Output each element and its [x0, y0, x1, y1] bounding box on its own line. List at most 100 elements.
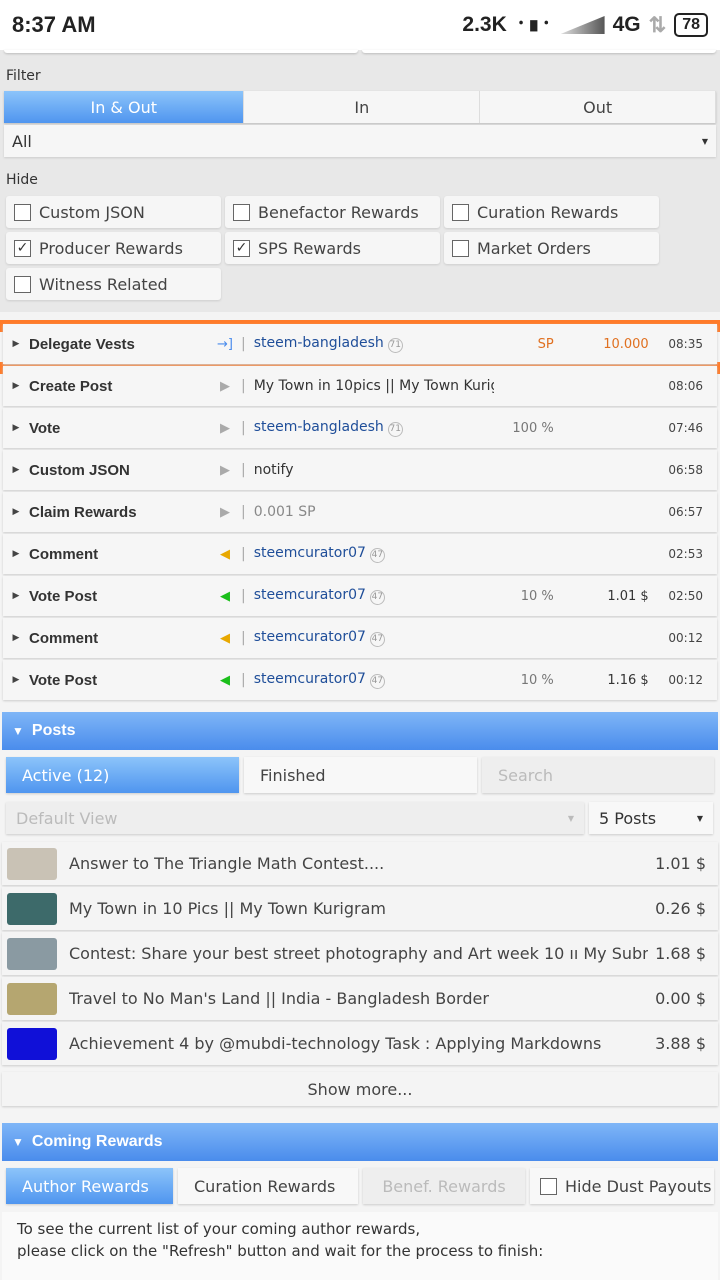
expand-caret-icon[interactable]: ▶	[3, 675, 29, 685]
operation-desc[interactable]: steemcurator07 47	[254, 629, 494, 647]
post-title[interactable]: Achievement 4 by @mubdi-technology Task …	[69, 1034, 648, 1053]
operation-time: 02:50	[668, 589, 703, 603]
tab-active[interactable]: Active (12)	[6, 757, 239, 793]
expand-caret-icon[interactable]: ▶	[3, 465, 29, 475]
operation-row[interactable]: ▶ Claim Rewards ▶ | 0.001 SP 06:57	[3, 492, 717, 532]
expand-caret-icon[interactable]: ▶	[3, 633, 29, 643]
count-select-value: 5 Posts	[599, 808, 657, 828]
operation-row[interactable]: ▶ Delegate Vests →] | steem-bangladesh 71 SP 10…	[3, 324, 717, 364]
separator: |	[241, 504, 246, 520]
post-thumbnail	[7, 982, 57, 1015]
operation-type: Vote Post	[29, 587, 98, 605]
play-gray-icon: ▶	[220, 420, 230, 436]
filter-in-out[interactable]: In & Out	[4, 91, 245, 123]
status-bar: 8:37 AM 2.3K ᛫▮᛫ 4G ⇅ 78	[0, 0, 720, 50]
hide-checkbox[interactable]: ✓ Producer Rewards	[6, 232, 221, 264]
post-item[interactable]: Contest: Share your best street photogra…	[2, 932, 718, 975]
operation-desc[interactable]: steemcurator07 47	[254, 671, 494, 689]
play-gray-icon: ▶	[220, 378, 230, 394]
left-yellow-icon: ◀	[220, 630, 230, 646]
checkbox-icon	[452, 239, 469, 257]
dropdown-arrow-icon: ▼	[567, 813, 574, 823]
play-gray-icon: ▶	[220, 462, 230, 478]
tab-benef-rewards[interactable]: Benef. Rewards	[363, 1168, 525, 1204]
operation-desc[interactable]: steemcurator07 47	[254, 587, 494, 605]
operation-time: 00:12	[668, 631, 703, 645]
operation-row[interactable]: ▶ Vote Post ◀ | steemcurator07 47 10 % 1.16 $ 00…	[3, 660, 717, 700]
operation-time: 08:35	[668, 337, 703, 351]
post-item[interactable]: My Town in 10 Pics || My Town Kurigram 0.…	[2, 887, 718, 930]
hide-checkbox[interactable]: Benefactor Rewards	[225, 196, 440, 228]
operation-desc-text[interactable]: steemcurator07	[254, 671, 366, 687]
filter-out[interactable]: Out	[480, 91, 716, 123]
left-green-icon: ◀	[220, 672, 230, 688]
operation-time: 00:12	[668, 673, 703, 687]
operation-desc-text[interactable]: steem-bangladesh	[254, 419, 384, 435]
tab-author-rewards[interactable]: Author Rewards	[6, 1168, 173, 1204]
operation-time: 08:06	[668, 379, 703, 393]
post-title[interactable]: My Town in 10 Pics || My Town Kurigram	[69, 899, 648, 918]
operation-row[interactable]: ▶ Vote Post ◀ | steemcurator07 47 10 % 1.01 $ 02…	[3, 576, 717, 616]
expand-caret-icon[interactable]: ▶	[3, 549, 29, 559]
hide-checkbox[interactable]: Market Orders	[444, 232, 659, 264]
operation-desc-text[interactable]: steemcurator07	[254, 587, 366, 603]
hide-label: Hide	[6, 172, 38, 188]
tab-curation-rewards[interactable]: Curation Rewards	[178, 1168, 358, 1204]
operation-desc[interactable]: steem-bangladesh 71	[254, 335, 494, 353]
expand-caret-icon[interactable]: ▶	[3, 381, 29, 391]
separator: |	[241, 378, 246, 394]
checkbox-icon	[14, 203, 31, 221]
show-more-button[interactable]: Show more...	[2, 1072, 718, 1106]
posts-search-input[interactable]: Search	[482, 757, 714, 793]
filter-in[interactable]: In	[244, 91, 481, 123]
rewards-header[interactable]: ▼ Coming Rewards	[2, 1123, 718, 1161]
post-title[interactable]: Travel to No Man's Land || India - Bangl…	[69, 989, 648, 1008]
posts-title: Posts	[31, 722, 76, 739]
count-select[interactable]: 5 Posts ▼	[589, 802, 713, 834]
play-gray-icon: ▶	[220, 504, 230, 520]
hide-dust-checkbox[interactable]: Hide Dust Payouts	[530, 1168, 714, 1204]
post-item[interactable]: Achievement 4 by @mubdi-technology Task …	[2, 1022, 718, 1065]
expand-caret-icon[interactable]: ▶	[3, 339, 29, 349]
operation-type: Create Post	[29, 377, 113, 395]
operation-desc-text[interactable]: steem-bangladesh	[254, 335, 384, 351]
operation-desc-text[interactable]: steemcurator07	[254, 545, 366, 561]
operation-row[interactable]: ▶ Comment ◀ | steemcurator07 47 00:12	[3, 618, 717, 658]
hide-checkbox[interactable]: Witness Related	[6, 268, 221, 300]
post-title[interactable]: Answer to The Triangle Math Contest....	[69, 854, 648, 873]
operation-desc-text[interactable]: steemcurator07	[254, 629, 366, 645]
posts-header[interactable]: ▼ Posts	[2, 712, 718, 750]
view-select[interactable]: Default View ▼	[6, 802, 584, 834]
expand-caret-icon[interactable]: ▶	[3, 507, 29, 517]
operation-value-2: 1.16 $	[607, 672, 649, 688]
operation-row[interactable]: ▶ Create Post ▶ | My Town in 10pics || My To…	[3, 366, 717, 406]
operation-time: 06:58	[668, 463, 703, 477]
hide-checkbox[interactable]: Curation Rewards	[444, 196, 659, 228]
expand-caret-icon[interactable]: ▶	[3, 591, 29, 601]
type-select[interactable]: All ▼	[4, 125, 716, 157]
operation-desc[interactable]: steem-bangladesh 71	[254, 419, 494, 437]
operation-row[interactable]: ▶ Comment ◀ | steemcurator07 47 02:53	[3, 534, 717, 574]
operation-row[interactable]: ▶ Custom JSON ▶ | notify 06:58	[3, 450, 717, 490]
reputation-badge: 47	[369, 590, 385, 605]
collapse-icon: ▼	[12, 1135, 24, 1149]
operation-desc[interactable]: steemcurator07 47	[254, 545, 494, 563]
tab-finished[interactable]: Finished	[244, 757, 477, 793]
rewards-info: To see the current list of your coming a…	[2, 1212, 718, 1280]
operation-value-1: 100 %	[512, 420, 554, 436]
operation-desc-text: 0.001 SP	[253, 504, 316, 520]
post-title[interactable]: Contest: Share your best street photogra…	[69, 944, 648, 963]
operation-type: Vote Post	[29, 671, 98, 689]
expand-caret-icon[interactable]: ▶	[3, 423, 29, 433]
post-value: 1.68 $	[655, 944, 706, 963]
hide-checkbox[interactable]: Custom JSON	[6, 196, 221, 228]
post-item[interactable]: Travel to No Man's Land || India - Bangl…	[2, 977, 718, 1020]
operation-row[interactable]: ▶ Vote ▶ | steem-bangladesh 71 100 % 07:46	[3, 408, 717, 448]
hide-checkbox[interactable]: ✓ SPS Rewards	[225, 232, 440, 264]
operation-value-1: SP	[537, 336, 554, 352]
post-item[interactable]: Answer to The Triangle Math Contest.... 1…	[2, 842, 718, 885]
view-select-value: Default View	[16, 808, 118, 828]
operation-time: 07:46	[668, 421, 703, 435]
separator: |	[241, 630, 246, 646]
post-value: 1.01 $	[655, 854, 706, 873]
